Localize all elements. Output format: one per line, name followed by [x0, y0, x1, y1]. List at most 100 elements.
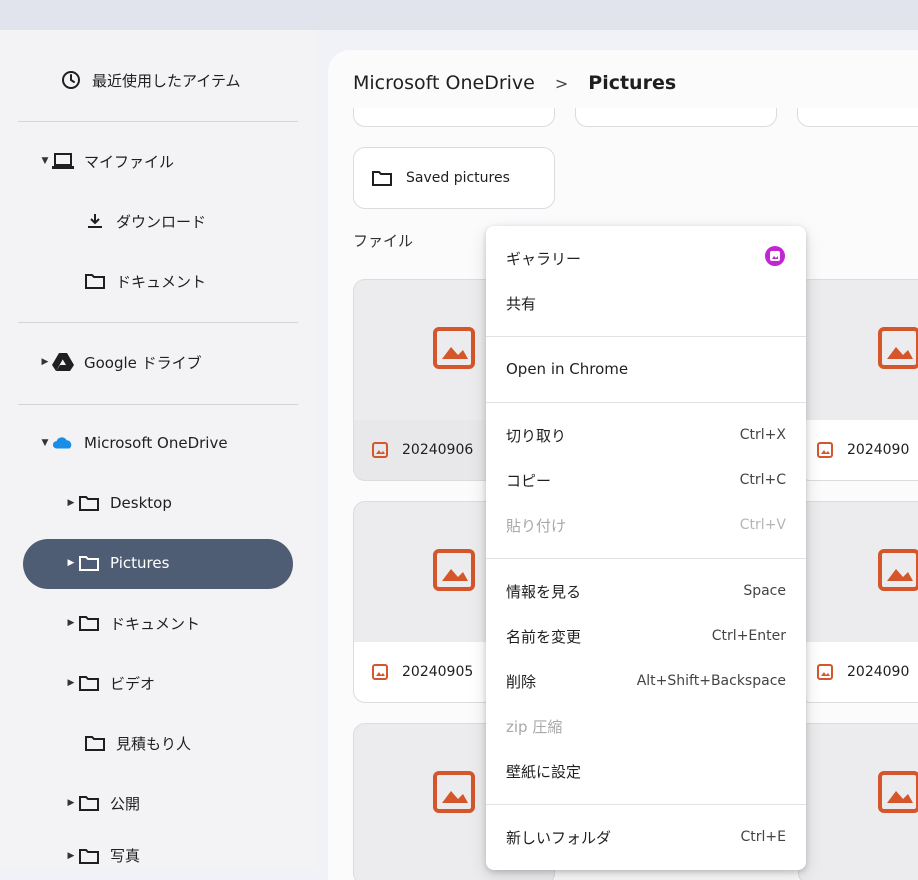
- sidebar-item-label: 写真: [110, 847, 141, 865]
- breadcrumb-separator: >: [554, 73, 569, 93]
- sidebar-item-onedrive[interactable]: ▼ Microsoft OneDrive: [38, 425, 228, 461]
- collapsed-arrow-icon[interactable]: ▶: [38, 357, 52, 367]
- menu-item-shortcut: Ctrl+C: [739, 472, 786, 488]
- menu-item-set-wallpaper[interactable]: 壁紙に設定: [486, 751, 806, 791]
- menu-separator: [486, 402, 806, 403]
- menu-item-label: 名前を変更: [506, 627, 582, 646]
- sidebar-item-video[interactable]: ▶ ビデオ: [64, 665, 155, 701]
- collapsed-arrow-icon[interactable]: ▶: [64, 618, 78, 628]
- sidebar-item-label: Google ドライブ: [84, 353, 202, 372]
- sidebar-item-od-documents[interactable]: ▶ ドキュメント: [64, 605, 200, 641]
- sidebar-item-photos[interactable]: ▶ 写真: [64, 845, 140, 870]
- folder-chip-label: Saved pictures: [406, 170, 510, 186]
- image-file-icon: [878, 327, 918, 373]
- sidebar-item-my-files[interactable]: ▼ マイファイル: [38, 143, 174, 179]
- menu-item-label: 情報を見る: [506, 582, 582, 601]
- gallery-app-icon: [764, 245, 786, 271]
- folder-chip-partial[interactable]: [353, 108, 555, 127]
- sidebar-divider: [18, 404, 298, 405]
- sidebar-divider: [18, 121, 298, 122]
- image-file-icon: [372, 442, 388, 458]
- menu-item-label: ギャラリー: [506, 249, 582, 268]
- expanded-arrow-icon[interactable]: ▼: [38, 156, 52, 166]
- image-file-icon: [817, 442, 833, 458]
- menu-item-shortcut: Space: [743, 583, 786, 599]
- menu-item-share[interactable]: 共有: [486, 283, 806, 323]
- file-thumbnail: [799, 280, 918, 420]
- download-icon: [84, 210, 106, 232]
- sidebar-item-label: ドキュメント: [110, 614, 201, 633]
- context-menu: ギャラリー 共有 Open in Chrome 切り取り Ctrl+X コピー …: [486, 226, 806, 870]
- menu-item-rename[interactable]: 名前を変更 Ctrl+Enter: [486, 616, 806, 656]
- file-thumbnail: [799, 502, 918, 642]
- file-card[interactable]: 2024090: [798, 279, 918, 481]
- file-name: 20240905: [402, 664, 474, 680]
- image-file-icon: [433, 327, 475, 373]
- menu-item-label: 削除: [506, 672, 537, 691]
- image-file-icon: [372, 664, 388, 680]
- folder-icon: [78, 792, 100, 814]
- folder-chip-partial[interactable]: [575, 108, 777, 127]
- laptop-icon: [52, 150, 74, 172]
- collapsed-arrow-icon[interactable]: ▶: [64, 851, 78, 861]
- file-name: 2024090: [847, 664, 910, 680]
- sidebar-item-google-drive[interactable]: ▶ Google ドライブ: [38, 344, 202, 380]
- menu-item-shortcut: Ctrl+X: [739, 427, 786, 443]
- menu-item-copy[interactable]: コピー Ctrl+C: [486, 460, 806, 500]
- sidebar-item-pictures[interactable]: ▶ Pictures: [64, 545, 170, 581]
- menu-item-delete[interactable]: 削除 Alt+Shift+Backspace: [486, 661, 806, 701]
- sidebar-item-label: ドキュメント: [116, 272, 207, 291]
- image-file-icon: [433, 771, 475, 817]
- menu-item-zip: zip 圧縮: [486, 706, 806, 746]
- image-file-icon: [433, 549, 475, 595]
- file-card[interactable]: 2024090: [798, 501, 918, 703]
- menu-item-label: 新しいフォルダ: [506, 828, 612, 847]
- menu-item-new-folder[interactable]: 新しいフォルダ Ctrl+E: [486, 817, 806, 857]
- collapsed-arrow-icon[interactable]: ▶: [64, 558, 78, 568]
- folder-icon: [78, 845, 100, 867]
- menu-item-cut[interactable]: 切り取り Ctrl+X: [486, 415, 806, 455]
- folder-icon: [78, 552, 100, 574]
- folder-icon: [372, 170, 392, 186]
- sidebar-item-label: Desktop: [110, 494, 172, 512]
- menu-item-label: コピー: [506, 471, 552, 490]
- sidebar-item-estimate[interactable]: 見積もり人: [84, 725, 191, 761]
- sidebar-item-desktop[interactable]: ▶ Desktop: [64, 485, 172, 521]
- file-thumbnail: [799, 724, 918, 864]
- file-name: 2024090: [847, 442, 910, 458]
- top-bar: [0, 0, 918, 30]
- menu-item-get-info[interactable]: 情報を見る Space: [486, 571, 806, 611]
- breadcrumb-current[interactable]: Pictures: [588, 72, 676, 94]
- folder-icon: [78, 672, 100, 694]
- menu-item-gallery[interactable]: ギャラリー: [486, 238, 806, 278]
- sidebar-divider: [18, 322, 298, 323]
- menu-separator: [486, 558, 806, 559]
- menu-item-shortcut: Ctrl+V: [739, 517, 786, 533]
- collapsed-arrow-icon[interactable]: ▶: [64, 678, 78, 688]
- image-file-icon: [878, 771, 918, 817]
- collapsed-arrow-icon[interactable]: ▶: [64, 498, 78, 508]
- sidebar-item-downloads[interactable]: ダウンロード: [84, 203, 206, 239]
- google-drive-icon: [52, 351, 74, 373]
- menu-item-label: Open in Chrome: [506, 360, 629, 378]
- sidebar-item-label: マイファイル: [84, 152, 175, 171]
- folder-chip-partial[interactable]: [797, 108, 918, 127]
- menu-item-paste: 貼り付け Ctrl+V: [486, 505, 806, 545]
- sidebar-item-recent[interactable]: 最近使用したアイテム: [60, 62, 241, 98]
- menu-item-shortcut: Ctrl+Enter: [711, 628, 786, 644]
- sidebar-item-public[interactable]: ▶ 公開: [64, 785, 140, 821]
- sidebar-item-label: ビデオ: [110, 674, 156, 693]
- breadcrumb-root[interactable]: Microsoft OneDrive: [353, 72, 535, 94]
- folder-icon: [78, 612, 100, 634]
- file-card[interactable]: [798, 723, 918, 880]
- expanded-arrow-icon[interactable]: ▼: [38, 438, 52, 448]
- sidebar-item-documents[interactable]: ドキュメント: [84, 263, 206, 299]
- menu-item-open-in-chrome[interactable]: Open in Chrome: [486, 349, 806, 389]
- menu-item-label: 共有: [506, 294, 537, 313]
- collapsed-arrow-icon[interactable]: ▶: [64, 798, 78, 808]
- menu-item-label: 壁紙に設定: [506, 762, 582, 781]
- folder-icon: [78, 492, 100, 514]
- menu-item-label: 切り取り: [506, 426, 567, 445]
- image-file-icon: [878, 549, 918, 595]
- folder-chip-saved-pictures[interactable]: Saved pictures: [353, 147, 555, 209]
